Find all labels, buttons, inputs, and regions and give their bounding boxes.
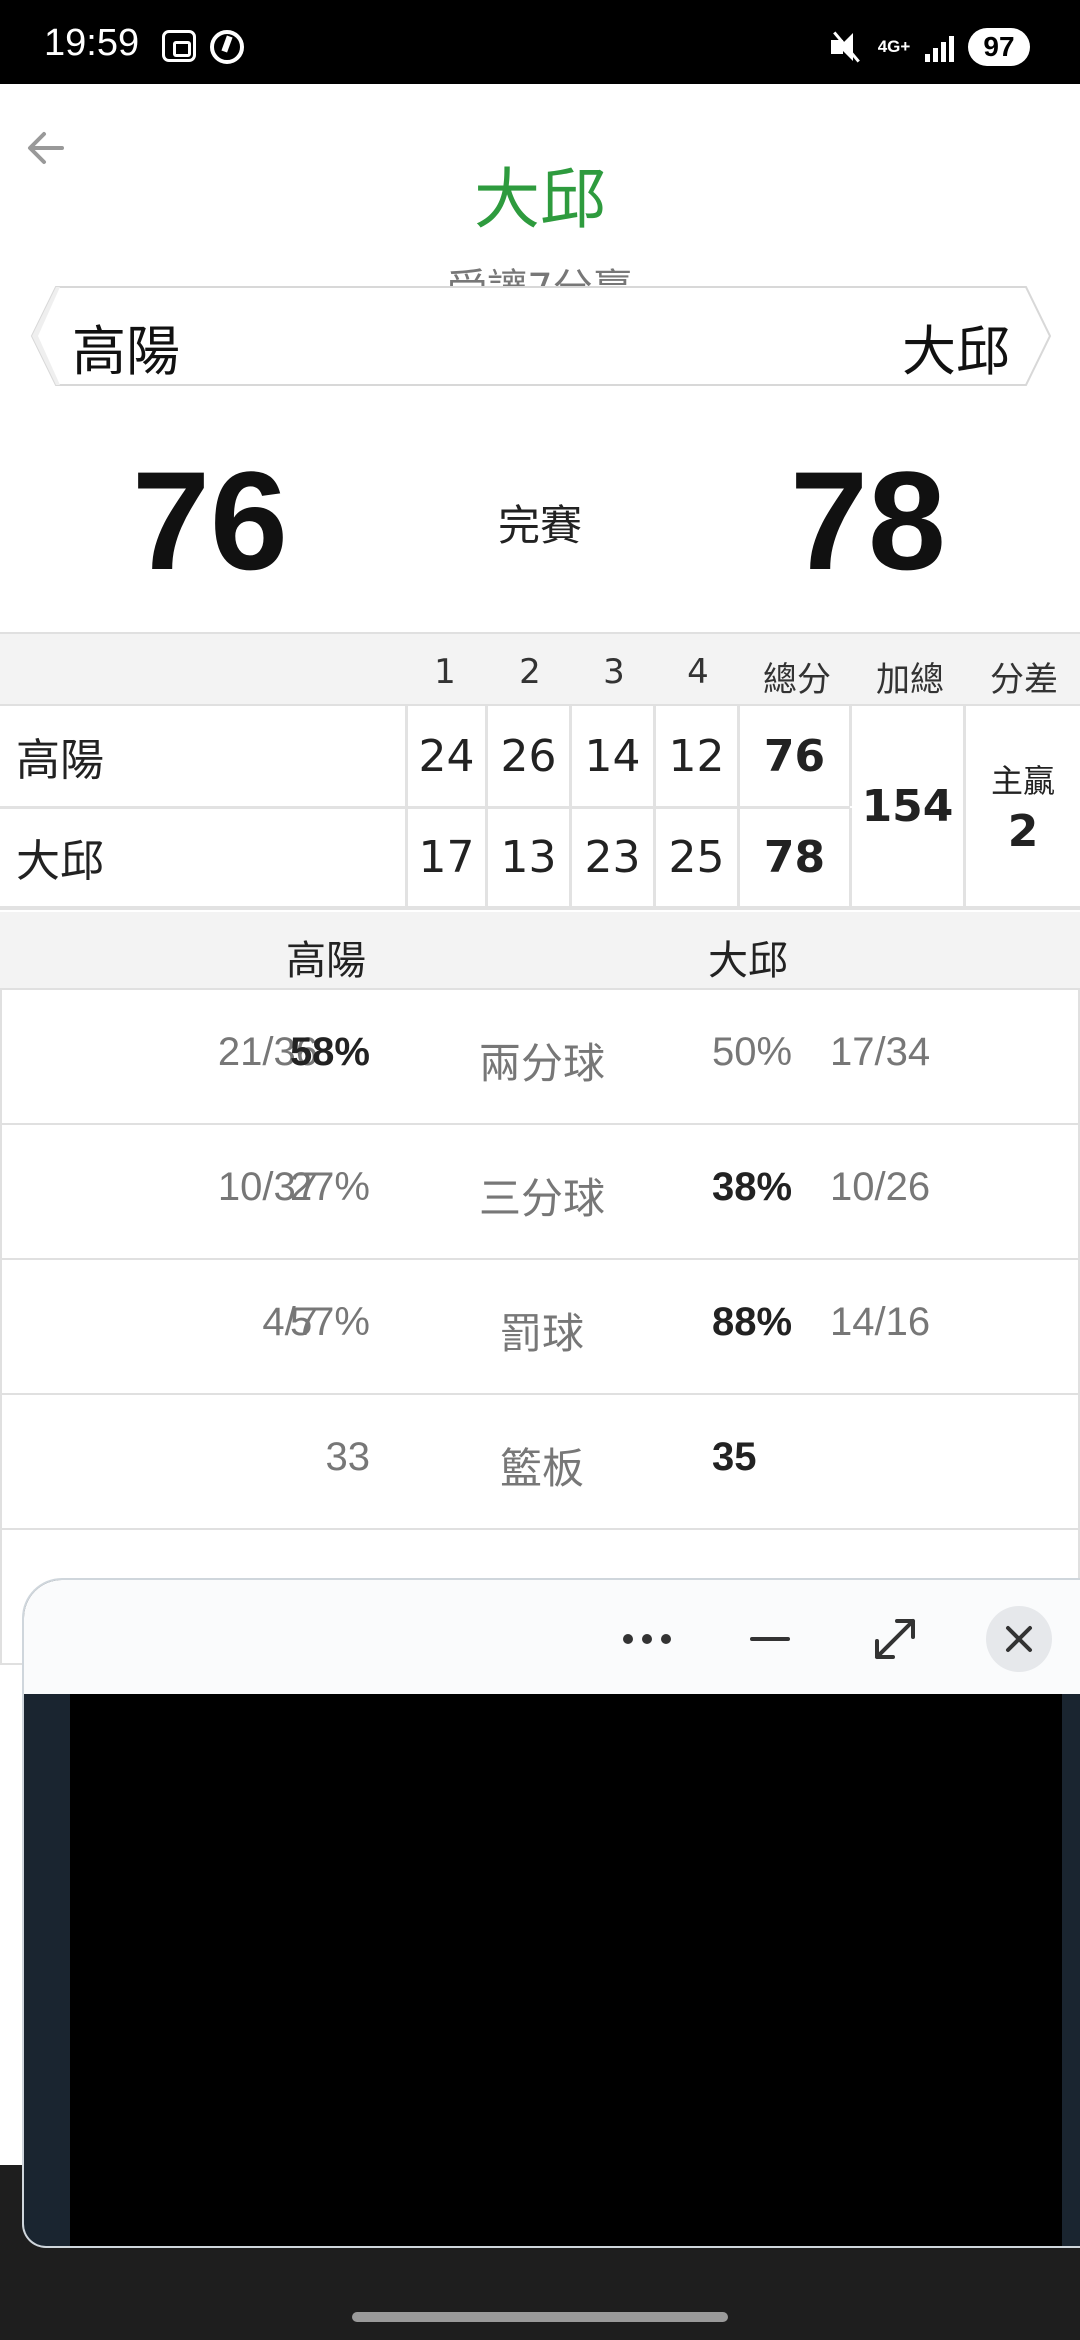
expand-icon[interactable] — [862, 1606, 928, 1672]
screenshot-icon — [162, 30, 196, 62]
header-combined: 加總 — [876, 660, 944, 700]
quarter-score: 23 — [572, 808, 656, 906]
winner-team: 大邱 — [474, 161, 606, 238]
stat-name: 籃板 — [499, 1444, 584, 1493]
minimize-icon[interactable] — [737, 1606, 803, 1672]
app-notification-icon — [210, 30, 244, 64]
away-made-attempts: 14/16 — [830, 1300, 931, 1344]
home-percentage: 27% — [289, 1165, 370, 1209]
game-status: 完賽 — [497, 501, 582, 550]
floating-window-toolbar — [24, 1580, 1080, 1694]
home-value: 33 — [325, 1435, 371, 1479]
mute-icon — [829, 30, 863, 64]
quarter-score: 13 — [488, 808, 572, 906]
away-value: 35 — [712, 1435, 757, 1479]
total-score: 78 — [740, 808, 852, 906]
stats-away-team: 大邱 — [708, 938, 788, 984]
stat-name: 罰球 — [499, 1309, 584, 1358]
stat-name: 兩分球 — [478, 1039, 605, 1088]
total-score: 76 — [740, 706, 852, 806]
away-team-name[interactable]: 大邱 — [902, 307, 1010, 386]
battery-indicator: 97 — [968, 28, 1030, 66]
stat-row: 4/7 57% 罰球 88% 14/16 — [0, 1260, 1080, 1395]
quarter-score: 14 — [572, 706, 656, 806]
network-type: 4G+ — [877, 37, 911, 56]
home-team-name[interactable]: 高陽 — [72, 307, 180, 386]
team-cell: 高陽 — [0, 706, 408, 806]
away-percentage: 88% — [712, 1300, 793, 1344]
header-q2: 2 — [519, 652, 541, 692]
header-q4: 4 — [687, 652, 709, 692]
stats-home-team: 高陽 — [286, 938, 366, 984]
margin-value: 2 — [1007, 805, 1039, 857]
close-icon[interactable] — [986, 1606, 1052, 1672]
away-made-attempts: 17/34 — [830, 1030, 931, 1074]
status-bar: 19:59 4G+ 97 — [0, 0, 1080, 84]
quarter-score: 25 — [656, 808, 740, 906]
floating-video-window[interactable] — [22, 1578, 1080, 2248]
stat-row: 21/36 58% 兩分球 50% 17/34 — [0, 990, 1080, 1125]
divider — [0, 906, 1080, 910]
home-percentage: 58% — [289, 1030, 370, 1074]
combined-total: 154 — [852, 706, 966, 906]
home-indicator[interactable] — [352, 2312, 728, 2322]
team-stats-header: 高陽 大邱 — [0, 912, 1080, 990]
margin-cell: 主贏 2 — [966, 706, 1080, 906]
away-made-attempts: 10/26 — [830, 1165, 931, 1209]
quarter-score: 17 — [408, 808, 488, 906]
teams-bar: 高陽 大邱 — [30, 285, 1052, 387]
home-percentage: 57% — [289, 1300, 370, 1344]
signal-icon — [925, 32, 954, 62]
home-score: 76 — [132, 442, 288, 599]
quarter-score: 26 — [488, 706, 572, 806]
stat-row: 33 籃板 35 — [0, 1395, 1080, 1530]
quarter-score: 12 — [656, 706, 740, 806]
more-horizontal-icon[interactable] — [614, 1606, 680, 1672]
status-time: 19:59 — [44, 22, 140, 64]
header-margin: 分差 — [990, 660, 1058, 700]
header-total: 總分 — [763, 660, 831, 700]
header-q3: 3 — [603, 652, 625, 692]
team-cell: 大邱 — [0, 808, 408, 906]
away-percentage: 38% — [712, 1165, 793, 1209]
quarter-score: 24 — [408, 706, 488, 806]
stat-name: 三分球 — [478, 1174, 605, 1223]
header-q1: 1 — [434, 652, 456, 692]
margin-label: 主贏 — [990, 761, 1055, 800]
stat-row: 10/37 27% 三分球 38% 10/26 — [0, 1125, 1080, 1260]
away-percentage: 50% — [712, 1030, 793, 1074]
away-score: 78 — [790, 442, 946, 599]
quarter-table-header: 1 2 3 4 總分 加總 分差 — [0, 632, 1080, 706]
video-player[interactable] — [70, 1694, 1062, 2246]
